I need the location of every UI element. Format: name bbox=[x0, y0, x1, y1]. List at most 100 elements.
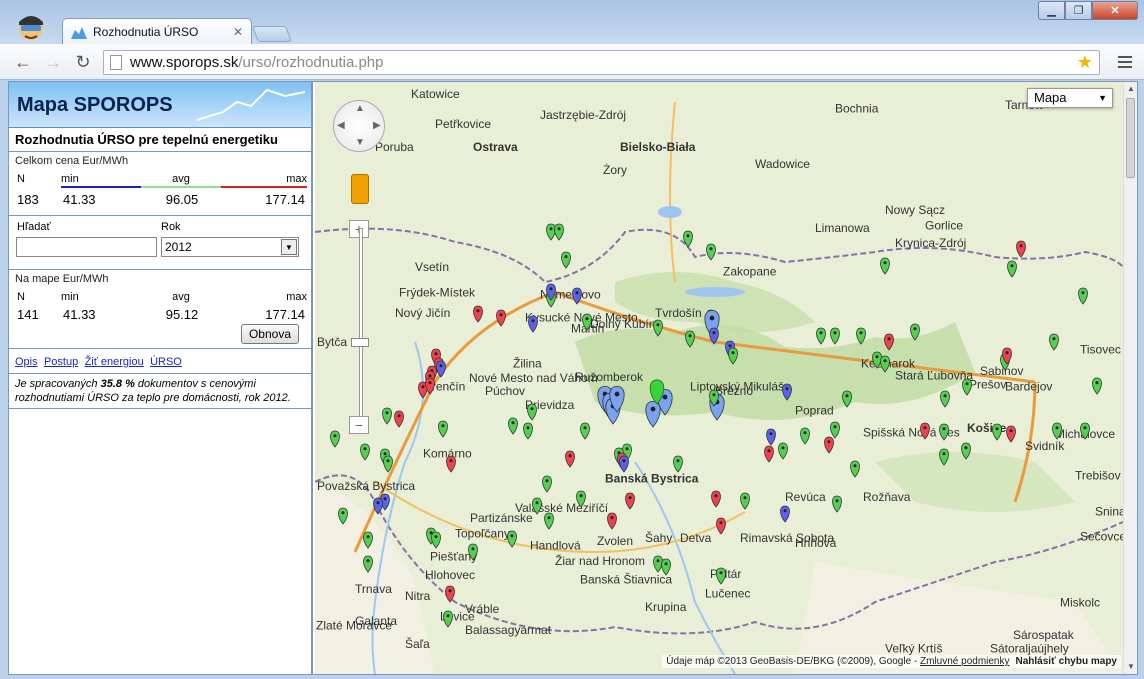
map-layer[interactable]: Ostrava Bielsko-Biała Katowice Jastrzębie-Z… bbox=[315, 82, 1137, 674]
link-urso[interactable]: ÚRSO bbox=[150, 356, 182, 368]
map-marker-dot bbox=[547, 516, 551, 520]
link-zit-energiou[interactable]: Žiť energiou bbox=[85, 356, 144, 368]
report-error-link[interactable]: Nahlásiť chybu mapy bbox=[1016, 656, 1118, 667]
city-label: Banská Bystrica bbox=[605, 471, 699, 485]
map-marker-dot bbox=[535, 501, 539, 505]
map-marker-icon bbox=[800, 427, 810, 445]
map-marker-icon bbox=[446, 455, 456, 473]
total-stats-section: Celkom cena Eur/MWh N min avg max 183 41… bbox=[9, 152, 311, 216]
map-marker-dot bbox=[664, 562, 668, 566]
city-label: Šaľa bbox=[405, 636, 430, 651]
scroll-up-icon[interactable]: ▲ bbox=[1124, 82, 1137, 96]
street-view-pegman-icon[interactable] bbox=[351, 174, 369, 204]
search-input[interactable] bbox=[16, 237, 157, 257]
map-marker-icon bbox=[527, 403, 537, 421]
year-label: Rok bbox=[161, 221, 181, 233]
map-type-select[interactable]: Mapa ▼ bbox=[1027, 88, 1113, 108]
map-marker-icon bbox=[528, 315, 538, 333]
pan-up-icon[interactable]: ▲ bbox=[355, 103, 365, 114]
link-postup[interactable]: Postup bbox=[44, 356, 78, 368]
page-heading: Rozhodnutia ÚRSO pre tepelnú energetiku bbox=[9, 128, 311, 152]
bookmark-star-icon[interactable]: ★ bbox=[1077, 52, 1093, 73]
pan-right-icon[interactable]: ▶ bbox=[373, 120, 381, 131]
tab-favicon-icon bbox=[71, 27, 87, 39]
city-label: Żory bbox=[603, 163, 627, 177]
note-percent: 35.8 % bbox=[100, 378, 135, 390]
map-marker-dot bbox=[767, 449, 771, 453]
map-marker-dot bbox=[827, 440, 831, 444]
col-n: N bbox=[17, 291, 25, 303]
map-marker-dot bbox=[428, 381, 432, 385]
map-marker-dot bbox=[1009, 429, 1013, 433]
new-tab-button[interactable] bbox=[252, 26, 292, 42]
map-marker-icon bbox=[1007, 260, 1017, 278]
map-marker-dot bbox=[476, 309, 480, 313]
year-select[interactable]: 2012 ▼ bbox=[161, 237, 299, 257]
back-icon[interactable]: ← bbox=[12, 52, 34, 72]
map-marker-icon bbox=[716, 567, 726, 585]
minimize-button[interactable]: ▁ bbox=[1038, 1, 1065, 20]
city-label: Snina bbox=[1095, 505, 1126, 519]
link-opis[interactable]: Opis bbox=[15, 356, 38, 368]
maximize-button[interactable]: ❐ bbox=[1065, 1, 1092, 20]
city-label: Sárospatak bbox=[1013, 628, 1075, 642]
map-marker-icon bbox=[443, 610, 453, 628]
close-window-button[interactable]: ✕ bbox=[1092, 1, 1138, 20]
map-marker-icon bbox=[546, 223, 556, 241]
map-marker-dot bbox=[875, 355, 879, 359]
city-label: Poruba bbox=[375, 140, 414, 154]
city-label: Bardejov bbox=[1005, 379, 1052, 393]
map-marker-dot bbox=[614, 391, 620, 397]
city-label: Hlohovec bbox=[425, 568, 475, 582]
map-marker-dot bbox=[883, 261, 887, 265]
map-marker-dot bbox=[709, 247, 713, 251]
scroll-thumb[interactable] bbox=[1126, 98, 1135, 178]
city-label: Banská Štiavnica bbox=[580, 572, 672, 587]
map-marker-dot bbox=[845, 394, 849, 398]
pan-down-icon[interactable]: ▼ bbox=[355, 137, 365, 148]
map-marker-dot bbox=[1019, 244, 1023, 248]
city-label: Katowice bbox=[411, 87, 460, 101]
city-label: Bytča bbox=[317, 335, 347, 349]
brand-title: Mapa SPOROPS bbox=[17, 94, 173, 116]
lake bbox=[658, 206, 682, 218]
tab-close-icon[interactable]: ✕ bbox=[233, 25, 243, 39]
map-canvas[interactable]: Ostrava Bielsko-Biała Katowice Jastrzębie-Z… bbox=[315, 82, 1137, 674]
page-scrollbar[interactable]: ▲ ▼ bbox=[1123, 82, 1137, 674]
zoom-slider-handle[interactable] bbox=[351, 338, 369, 347]
map-marker-dot bbox=[385, 411, 389, 415]
map-marker-dot bbox=[942, 452, 946, 456]
forward-icon[interactable]: → bbox=[42, 52, 64, 72]
city-label: Vráble bbox=[465, 602, 500, 616]
city-label: Hriňová bbox=[795, 536, 837, 550]
pan-left-icon[interactable]: ◀ bbox=[337, 120, 345, 131]
reload-icon[interactable]: ↻ bbox=[72, 52, 94, 72]
scroll-down-icon[interactable]: ▼ bbox=[1124, 660, 1137, 674]
address-bar[interactable]: www.sporops.sk/urso/rozhodnutia.php ★ bbox=[103, 50, 1100, 75]
map-marker-dot bbox=[397, 414, 401, 418]
city-label: Detva bbox=[680, 531, 712, 545]
zoom-slider[interactable] bbox=[359, 228, 363, 428]
page-content: Mapa SPOROPS Rozhodnutia ÚRSO pre tepeln… bbox=[8, 81, 1138, 675]
browser-tab[interactable]: Rozhodnutia ÚRSO ✕ bbox=[62, 18, 252, 45]
map-marker-dot bbox=[386, 459, 390, 463]
city-label: Jastrzębie-Zdrój bbox=[540, 108, 626, 122]
city-label: Zvolen bbox=[597, 534, 633, 548]
pan-control[interactable]: ▲ ▼ ◀ ▶ bbox=[333, 100, 385, 152]
map-marker-dot bbox=[564, 255, 568, 259]
map-marker-icon bbox=[824, 436, 834, 454]
terms-link[interactable]: Zmluvné podmienky bbox=[920, 656, 1009, 667]
menu-icon[interactable] bbox=[1118, 56, 1132, 71]
map-marker-dot bbox=[448, 589, 452, 593]
onmap-max: 177.14 bbox=[265, 307, 305, 322]
map-marker-icon bbox=[1006, 425, 1016, 443]
map-marker-dot bbox=[731, 351, 735, 355]
map-marker-dot bbox=[719, 521, 723, 525]
map-marker-dot bbox=[714, 494, 718, 498]
total-max: 177.14 bbox=[265, 192, 305, 207]
zoom-out-button[interactable]: − bbox=[349, 416, 369, 434]
note-prefix: Je spracovaných bbox=[15, 378, 101, 390]
refresh-button[interactable]: Obnova bbox=[240, 324, 299, 344]
city-label: Miskolc bbox=[1060, 596, 1100, 610]
road bbox=[669, 101, 676, 283]
